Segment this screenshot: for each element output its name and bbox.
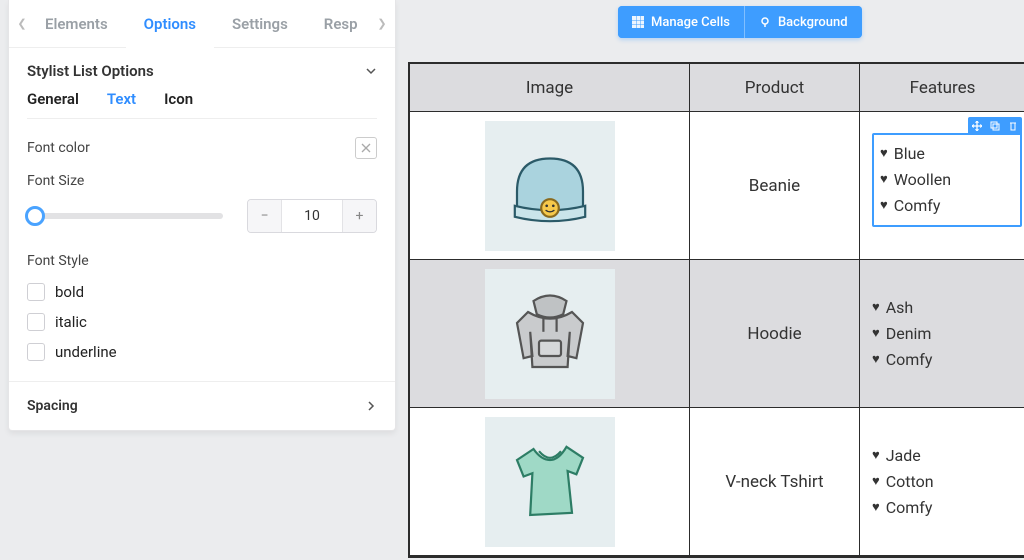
slider-thumb[interactable] <box>25 206 45 226</box>
list-item: ♥Woollen <box>880 167 1014 193</box>
font-style-italic[interactable]: italic <box>27 307 377 337</box>
duplicate-icon[interactable] <box>986 117 1004 135</box>
checkbox-bold[interactable] <box>27 283 45 301</box>
table-row: Beanie ♥Blue ♥Woollen <box>410 112 1024 260</box>
tab-elements[interactable]: Elements <box>31 0 126 48</box>
spacing-label: Spacing <box>27 398 78 414</box>
cell-toolbar: Manage Cells Background <box>618 6 862 38</box>
features-list: ♥Blue ♥Woollen ♥Comfy <box>880 141 1014 219</box>
cell-product[interactable]: V-neck Tshirt <box>690 408 860 556</box>
font-size-stepper: − 10 + <box>247 199 377 233</box>
list-item: ♥Comfy <box>872 495 934 521</box>
tab-options[interactable]: Options <box>126 0 214 48</box>
heart-icon: ♥ <box>872 469 880 495</box>
italic-label: italic <box>55 313 87 331</box>
selected-features-block[interactable]: ♥Blue ♥Woollen ♥Comfy <box>872 133 1022 227</box>
section-spacing[interactable]: Spacing <box>9 381 395 430</box>
product-image-hoodie <box>485 269 615 399</box>
sub-tabs: General Text Icon <box>27 90 377 119</box>
cell-image[interactable] <box>410 408 690 556</box>
table-row: Hoodie ♥Ash ♥Denim ♥Comfy <box>410 260 1024 408</box>
chevron-down-icon <box>365 65 377 77</box>
font-size-row: Font Size − 10 + <box>27 173 377 233</box>
cell-features[interactable]: ♥Ash ♥Denim ♥Comfy <box>860 260 1024 408</box>
section-stylist-list: Stylist List Options General Text Icon F… <box>9 48 395 430</box>
font-color-label: Font color <box>27 140 90 156</box>
subtab-general[interactable]: General <box>27 90 79 108</box>
font-size-label: Font Size <box>27 173 377 189</box>
product-name: Hoodie <box>747 324 801 344</box>
background-label: Background <box>778 15 848 30</box>
bold-label: bold <box>55 283 84 301</box>
features-list: ♥Ash ♥Denim ♥Comfy <box>872 295 932 373</box>
grid-icon <box>632 16 644 28</box>
font-style-bold[interactable]: bold <box>27 277 377 307</box>
stepper-increment[interactable]: + <box>342 200 376 232</box>
list-item: ♥Cotton <box>872 469 934 495</box>
stepper-decrement[interactable]: − <box>248 200 282 232</box>
heart-icon: ♥ <box>872 347 880 373</box>
cell-image[interactable] <box>410 260 690 408</box>
cell-features-selected[interactable]: ♥Blue ♥Woollen ♥Comfy <box>860 112 1024 260</box>
font-style-label: Font Style <box>27 253 377 269</box>
heart-icon: ♥ <box>872 321 880 347</box>
sidebar-panel: ❮ Elements Options Settings Resp ❯ Styli… <box>8 0 396 431</box>
stepper-value[interactable]: 10 <box>282 200 342 232</box>
section-title: Stylist List Options <box>27 62 154 80</box>
font-color-empty[interactable] <box>355 137 377 159</box>
bulb-icon <box>759 16 771 28</box>
subtab-text[interactable]: Text <box>107 90 136 108</box>
col-header-features: Features <box>860 64 1024 112</box>
list-item: ♥Ash <box>872 295 932 321</box>
table-row: V-neck Tshirt ♥Jade ♥Cotton ♥Comfy <box>410 408 1024 556</box>
tab-container: Elements Options Settings Resp <box>31 0 373 48</box>
cell-product[interactable]: Hoodie <box>690 260 860 408</box>
list-item: ♥Comfy <box>880 193 1014 219</box>
product-name: Beanie <box>749 176 800 196</box>
heart-icon: ♥ <box>872 295 880 321</box>
product-image-beanie <box>485 121 615 251</box>
section-header[interactable]: Stylist List Options <box>27 62 377 90</box>
block-tools <box>968 117 1022 135</box>
font-style-underline[interactable]: underline <box>27 337 377 367</box>
background-button[interactable]: Background <box>745 6 862 38</box>
col-header-image: Image <box>410 64 690 112</box>
underline-label: underline <box>55 343 117 361</box>
font-style-group: Font Style bold italic underline <box>27 253 377 367</box>
list-item: ♥Blue <box>880 141 1014 167</box>
product-table: Image Product Features Beanie <box>408 62 1024 558</box>
manage-cells-button[interactable]: Manage Cells <box>618 6 745 38</box>
font-color-row: Font color <box>27 137 377 159</box>
tab-scroll-right[interactable]: ❯ <box>373 17 391 30</box>
product-image-tshirt <box>485 417 615 547</box>
heart-icon: ♥ <box>872 495 880 521</box>
heart-icon: ♥ <box>880 193 888 219</box>
features-list: ♥Jade ♥Cotton ♥Comfy <box>872 443 934 521</box>
cell-features[interactable]: ♥Jade ♥Cotton ♥Comfy <box>860 408 1024 556</box>
delete-icon[interactable] <box>1004 117 1022 135</box>
chevron-right-icon <box>365 400 377 412</box>
table-header-row: Image Product Features <box>410 64 1024 112</box>
cell-product[interactable]: Beanie <box>690 112 860 260</box>
heart-icon: ♥ <box>872 443 880 469</box>
slider-track <box>27 213 223 219</box>
tab-responsive[interactable]: Resp <box>306 0 364 48</box>
checkbox-underline[interactable] <box>27 343 45 361</box>
product-name: V-neck Tshirt <box>725 472 823 492</box>
tab-bar: ❮ Elements Options Settings Resp ❯ <box>9 0 395 48</box>
heart-icon: ♥ <box>880 167 888 193</box>
tab-settings[interactable]: Settings <box>214 0 306 48</box>
list-item: ♥Denim <box>872 321 932 347</box>
cell-image[interactable] <box>410 112 690 260</box>
list-item: ♥Jade <box>872 443 934 469</box>
checkbox-italic[interactable] <box>27 313 45 331</box>
col-header-product: Product <box>690 64 860 112</box>
manage-cells-label: Manage Cells <box>651 15 730 30</box>
move-icon[interactable] <box>968 117 986 135</box>
subtab-icon[interactable]: Icon <box>164 90 193 108</box>
list-item: ♥Comfy <box>872 347 932 373</box>
tab-scroll-left[interactable]: ❮ <box>13 17 31 30</box>
heart-icon: ♥ <box>880 141 888 167</box>
font-size-slider[interactable] <box>27 206 223 226</box>
